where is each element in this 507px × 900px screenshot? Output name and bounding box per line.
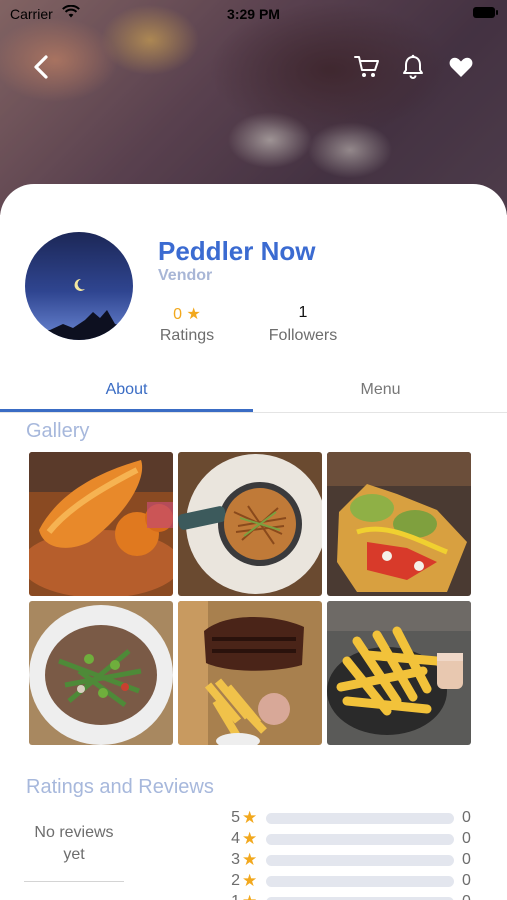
rating-count: 0 bbox=[462, 872, 471, 889]
tab-about[interactable]: About bbox=[0, 370, 253, 412]
gallery-photo-noodle-skillet[interactable] bbox=[178, 452, 322, 596]
hero-overlay bbox=[0, 0, 507, 215]
gallery-grid bbox=[29, 452, 472, 746]
star-icon: ★ bbox=[242, 829, 258, 848]
tab-menu[interactable]: Menu bbox=[254, 370, 507, 412]
rating-count: 0 bbox=[462, 892, 471, 900]
gallery-photo-crinkle-fries[interactable] bbox=[327, 601, 471, 745]
heart-icon bbox=[449, 57, 473, 77]
star-icon: ★ bbox=[242, 850, 258, 869]
gallery-photo-fried-fish[interactable] bbox=[29, 452, 173, 596]
followers-stat[interactable]: 1 Followers bbox=[262, 304, 344, 345]
chevron-left-icon bbox=[34, 55, 48, 79]
notifications-button[interactable] bbox=[398, 52, 428, 82]
rating-bar bbox=[266, 813, 454, 824]
rating-row-4: 4 ★ 0 bbox=[226, 829, 482, 849]
favorite-button[interactable] bbox=[446, 52, 476, 82]
ratings-value: 0 ★ bbox=[173, 306, 201, 323]
reviews-divider bbox=[24, 881, 124, 882]
vendor-role: Vendor bbox=[158, 267, 213, 284]
rating-count: 0 bbox=[462, 851, 471, 868]
rating-stars-number: 1 bbox=[226, 892, 240, 900]
tab-bar: About Menu bbox=[0, 370, 507, 413]
status-bar: Carrier 3:29 PM bbox=[0, 0, 507, 28]
back-button[interactable] bbox=[26, 52, 56, 82]
gallery-photo-loaded-nachos[interactable] bbox=[327, 452, 471, 596]
reviews-title: Ratings and Reviews bbox=[26, 776, 214, 798]
rating-row-2: 2 ★ 0 bbox=[226, 871, 482, 891]
rating-stars-number: 4 bbox=[231, 830, 240, 847]
no-reviews-text: No reviews yet bbox=[34, 824, 114, 863]
star-icon: ★ bbox=[242, 892, 257, 900]
bell-icon bbox=[403, 54, 423, 79]
rating-stars-number: 5 bbox=[231, 809, 240, 826]
followers-value: 1 bbox=[298, 304, 308, 321]
star-icon: ★ bbox=[242, 808, 258, 827]
rating-bar bbox=[266, 876, 454, 887]
rating-row-3: 3 ★ 0 bbox=[226, 850, 482, 870]
ratings-stat[interactable]: 0 ★ Ratings bbox=[150, 304, 224, 345]
star-icon: ★ bbox=[242, 871, 258, 890]
battery-icon bbox=[473, 7, 498, 18]
gallery-photo-salad-plate[interactable] bbox=[29, 601, 173, 745]
vendor-avatar bbox=[25, 232, 133, 340]
rating-bar bbox=[266, 855, 454, 866]
cart-icon bbox=[354, 56, 379, 77]
ratings-label: Ratings bbox=[159, 327, 215, 344]
rating-stars-number: 3 bbox=[231, 851, 240, 868]
vendor-name: Peddler Now bbox=[158, 236, 316, 266]
rating-stars-number: 2 bbox=[231, 872, 240, 889]
rating-bar bbox=[266, 834, 454, 845]
rating-row-1: 1 ★ 0 bbox=[226, 892, 482, 900]
hero-image bbox=[0, 0, 507, 215]
rating-row-5: 5 ★ 0 bbox=[226, 808, 482, 828]
rating-count: 0 bbox=[462, 809, 471, 826]
gallery-title: Gallery bbox=[26, 420, 90, 442]
cart-button[interactable] bbox=[352, 52, 382, 82]
rating-count: 0 bbox=[462, 830, 471, 847]
moon-icon bbox=[74, 278, 85, 291]
gallery-photo-bbq-ribs-fries[interactable] bbox=[178, 601, 322, 745]
status-time: 3:29 PM bbox=[227, 6, 280, 22]
followers-label: Followers bbox=[268, 327, 338, 344]
